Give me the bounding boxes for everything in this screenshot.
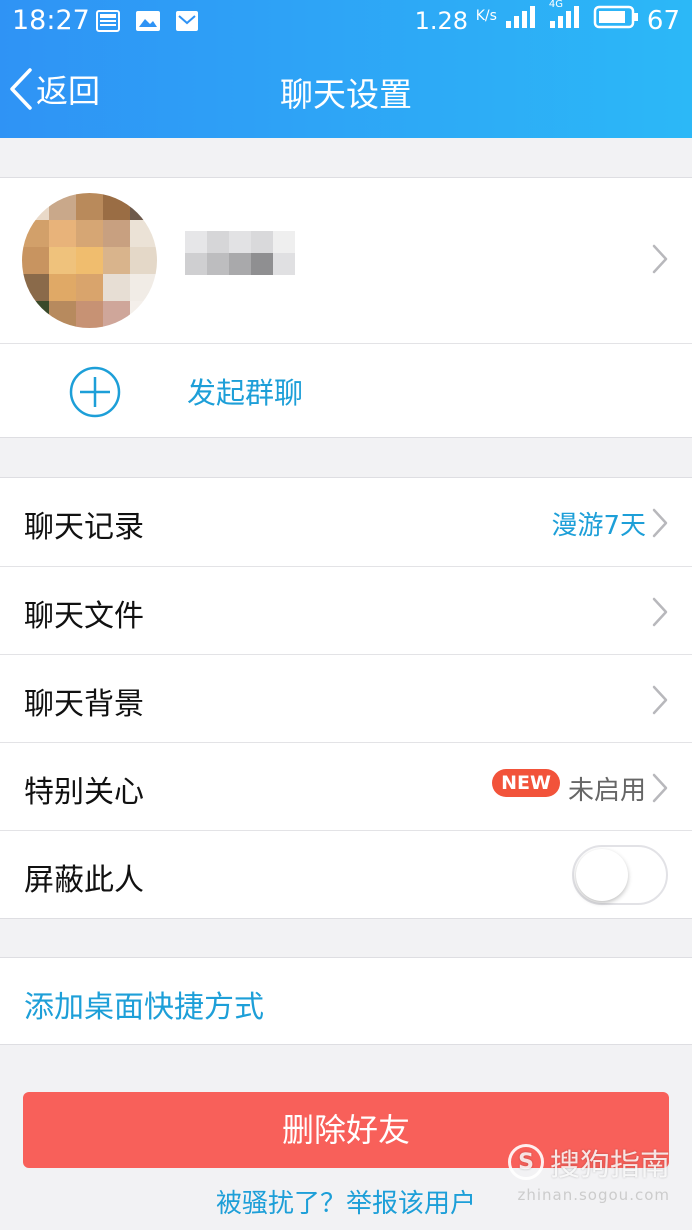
new-badge: NEW	[492, 769, 560, 797]
avatar	[22, 193, 157, 328]
start-group-chat-row[interactable]: 发起群聊	[0, 343, 692, 437]
settings-row-chat-history[interactable]: 聊天记录 漫游7天	[0, 478, 692, 566]
blurred-name	[185, 231, 295, 275]
battery-level: 67	[646, 5, 680, 36]
page-title: 聊天设置	[280, 75, 412, 114]
watermark: S 搜狗指南	[508, 1140, 670, 1184]
settings-label: 聊天文件	[24, 599, 144, 634]
chevron-right-icon	[652, 773, 668, 803]
sogou-logo-icon: S	[508, 1144, 544, 1180]
add-circle-icon	[69, 366, 121, 418]
status-bar: 18:27 1.28 K/s 4G 67	[0, 0, 692, 44]
chevron-right-icon	[652, 597, 668, 627]
status-time: 18:27	[12, 5, 90, 36]
profile-row[interactable]	[0, 178, 692, 343]
settings-row-chat-files[interactable]: 聊天文件	[0, 566, 692, 654]
toggle-knob	[576, 849, 628, 901]
chevron-right-icon	[652, 685, 668, 715]
news-icon	[96, 9, 120, 39]
mail-icon	[175, 9, 199, 39]
watermark-text: 搜狗指南	[550, 1148, 670, 1183]
signal-icon	[505, 5, 541, 36]
profile-card: 发起群聊	[0, 177, 692, 438]
chevron-right-icon	[652, 244, 668, 274]
status-right: 1.28 K/s 4G 67	[414, 0, 680, 36]
nav-bar: 返回 聊天设置	[0, 44, 692, 138]
settings-label: 聊天记录	[24, 510, 144, 545]
settings-label: 屏蔽此人	[24, 863, 144, 898]
start-group-chat-label: 发起群聊	[187, 376, 304, 410]
add-shortcut-row[interactable]: 添加桌面快捷方式	[0, 958, 692, 1046]
chevron-right-icon	[652, 508, 668, 538]
settings-row-chat-background[interactable]: 聊天背景	[0, 654, 692, 742]
settings-label: 聊天背景	[24, 687, 144, 722]
shortcut-card: 添加桌面快捷方式	[0, 957, 692, 1045]
add-shortcut-label: 添加桌面快捷方式	[24, 990, 264, 1025]
signal-4g-icon: 4G	[549, 0, 585, 36]
report-user-link[interactable]: 被骚扰了？举报该用户	[0, 1183, 692, 1220]
app-header: 18:27 1.28 K/s 4G 67 返回 聊天设置	[0, 0, 692, 138]
block-user-toggle[interactable]	[572, 845, 668, 905]
settings-value: 未启用	[567, 776, 646, 806]
settings-row-special-care[interactable]: 特别关心 NEW 未启用	[0, 742, 692, 830]
settings-row-block-user: 屏蔽此人	[0, 830, 692, 918]
settings-label: 特别关心	[24, 775, 144, 810]
settings-value: 漫游7天	[551, 511, 646, 541]
settings-card: 聊天记录 漫游7天 聊天文件 聊天背景 特别关心 NEW 未启用 屏蔽此人	[0, 477, 692, 919]
battery-icon	[593, 5, 639, 36]
image-icon	[135, 9, 161, 39]
network-speed: 1.28 K/s	[414, 6, 497, 35]
